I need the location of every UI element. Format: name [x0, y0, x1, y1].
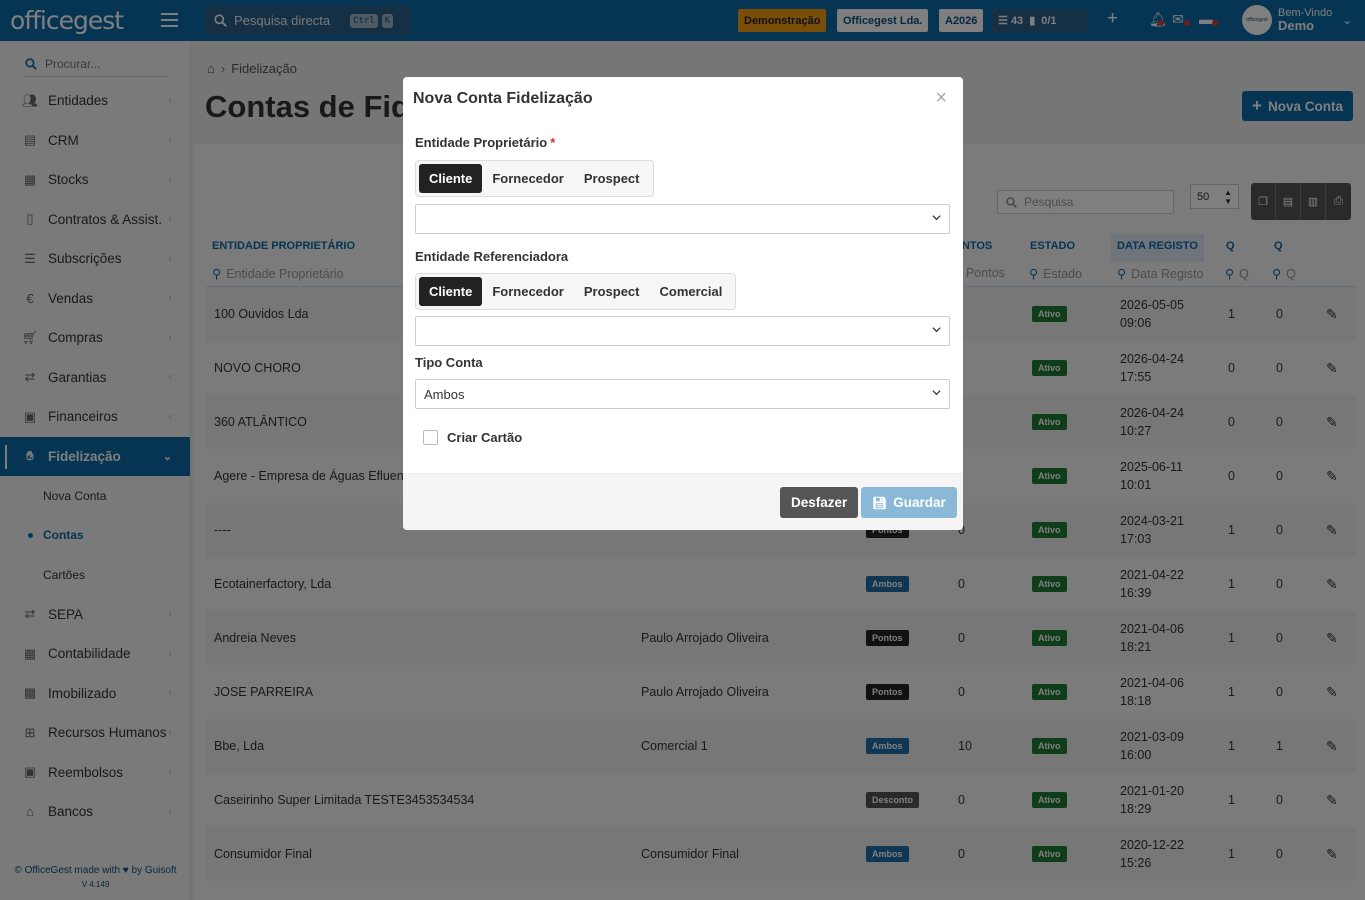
- ref-type-comercial[interactable]: Comercial: [650, 277, 733, 306]
- account-type-select[interactable]: Ambos: [415, 379, 950, 409]
- owner-type-fornecedor[interactable]: Fornecedor: [482, 164, 574, 193]
- owner-type-toggle: Cliente Fornecedor Prospect: [415, 160, 654, 197]
- save-button[interactable]: 💾︎ Guardar: [861, 487, 957, 518]
- chevron-down-icon: [932, 215, 941, 221]
- modal-title: Nova Conta Fidelização: [413, 90, 593, 107]
- save-label: Guardar: [893, 495, 946, 510]
- owner-select[interactable]: [415, 204, 950, 234]
- owner-type-prospect[interactable]: Prospect: [574, 164, 650, 193]
- owner-label-text: Entidade Proprietário: [415, 135, 548, 150]
- ref-type-toggle: Cliente Fornecedor Prospect Comercial: [415, 273, 737, 310]
- chevron-down-icon: [932, 390, 941, 396]
- ref-label: Entidade Referenciadora: [415, 249, 569, 264]
- account-type-label: Tipo Conta: [415, 355, 483, 370]
- save-icon: 💾︎: [872, 495, 888, 510]
- create-card-checkbox[interactable]: Criar Cartão: [423, 430, 522, 445]
- owner-label: Entidade Proprietário *: [415, 135, 555, 150]
- ref-type-fornecedor[interactable]: Fornecedor: [482, 277, 574, 306]
- modal-footer: Desfazer 💾︎ Guardar: [403, 473, 963, 530]
- ref-type-prospect[interactable]: Prospect: [574, 277, 650, 306]
- undo-button[interactable]: Desfazer: [780, 487, 859, 518]
- account-type-value: Ambos: [424, 386, 465, 402]
- owner-type-cliente[interactable]: Cliente: [419, 164, 483, 193]
- required-mark: *: [550, 135, 556, 150]
- create-card-label: Criar Cartão: [447, 430, 523, 445]
- chevron-down-icon: [932, 327, 941, 333]
- checkbox-box[interactable]: [423, 430, 438, 445]
- new-account-modal: Nova Conta Fidelização × Entidade Propri…: [403, 77, 963, 530]
- ref-select[interactable]: [415, 316, 950, 346]
- ref-type-cliente[interactable]: Cliente: [419, 277, 483, 306]
- close-icon[interactable]: ×: [935, 87, 947, 110]
